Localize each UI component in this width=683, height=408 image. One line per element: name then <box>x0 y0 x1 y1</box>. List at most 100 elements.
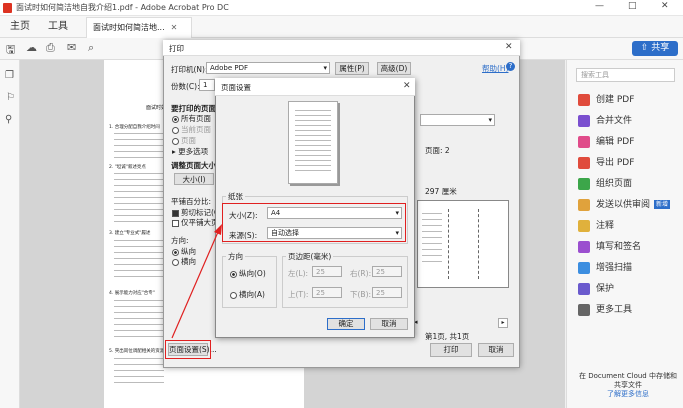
tool-item[interactable]: 保护 <box>578 281 614 299</box>
tool-item[interactable]: 合并文件 <box>578 113 632 131</box>
tool-icon <box>578 198 590 211</box>
tool-item[interactable]: 更多工具 <box>578 302 632 320</box>
radio-selected-icon <box>172 115 179 123</box>
setup-landscape-label: 横向(A) <box>239 290 265 299</box>
next-page-icon[interactable]: ▸ <box>498 318 508 328</box>
printer-label: 打印机(N): <box>171 65 208 74</box>
tool-label: 增强扫描 <box>596 263 633 273</box>
doc-item: 4. 展示能力对应"合专" <box>109 291 155 296</box>
page-setup-cancel-button[interactable]: 取消 <box>370 318 408 330</box>
tool-item[interactable]: 导出 PDF <box>578 155 634 173</box>
doc-item: 3. 建立"专业式"履述 <box>109 231 151 236</box>
more-options-toggle[interactable]: ▸ 更多选项 <box>172 146 208 157</box>
minimize-icon[interactable]: — <box>595 1 604 11</box>
margin-bottom-label: 下(B): <box>350 290 372 299</box>
share-icon: ⇧ <box>640 43 652 53</box>
margin-top-input[interactable]: 25 <box>312 287 342 298</box>
margin-bottom-input[interactable]: 25 <box>372 287 402 298</box>
print-preview <box>417 200 509 288</box>
tools-search-input[interactable]: 搜索工具 <box>576 68 675 82</box>
tool-item[interactable]: 编辑 PDF <box>578 134 634 152</box>
tool-icon <box>578 282 590 295</box>
attachment-icon[interactable]: ⚲ <box>5 114 12 125</box>
cloud-promo: 在 Document Cloud 中存储和共享文件 了解更多信息 <box>578 372 678 399</box>
printer-value: Adobe PDF <box>210 64 249 72</box>
email-icon[interactable]: ✉ <box>67 41 76 54</box>
tool-icon <box>578 177 590 190</box>
setup-portrait-radio[interactable]: 纵向(O) <box>230 268 266 279</box>
print-cancel-button[interactable]: 取消 <box>478 343 514 357</box>
margin-right-input[interactable]: 25 <box>372 266 402 277</box>
margin-left-input[interactable]: 25 <box>312 266 342 277</box>
advanced-button[interactable]: 高级(D) <box>377 62 411 75</box>
page-setup-ok-button[interactable]: 确定 <box>327 318 365 330</box>
tab-document-label: 面试时如何简洁地... <box>93 23 165 32</box>
pages-panel-icon[interactable]: ❐ <box>5 70 14 81</box>
margins-group <box>282 256 408 308</box>
size-button[interactable]: 大小(I) <box>174 173 214 185</box>
tool-icon <box>578 93 590 106</box>
tile-percent-label: 平铺百分比: <box>171 197 212 206</box>
annotation-arrow <box>171 224 222 339</box>
print-dialog-close-icon[interactable]: ✕ <box>505 42 513 52</box>
maximize-icon[interactable]: □ <box>628 1 637 11</box>
print-dialog-titlebar: 打印 ✕ <box>163 40 520 56</box>
bookmark-icon[interactable]: ⚐ <box>6 92 15 103</box>
learn-more-link[interactable]: 了解更多信息 <box>578 390 678 399</box>
upload-icon[interactable]: ☁ <box>26 41 37 54</box>
tool-label: 导出 PDF <box>596 158 635 168</box>
comments-select[interactable]: ▾ <box>420 114 495 126</box>
page-setup-title: 页面设置 <box>221 83 251 92</box>
share-button[interactable]: ⇧ 共享 <box>632 41 678 56</box>
properties-button[interactable]: 属性(P) <box>335 62 369 75</box>
tool-icon <box>578 261 590 274</box>
page-setup-preview <box>288 101 338 184</box>
pages-radio[interactable]: 页面 <box>172 135 196 146</box>
tab-home[interactable]: 主页 <box>4 16 36 38</box>
chevron-down-icon: ▾ <box>323 64 327 72</box>
tab-tools[interactable]: 工具 <box>42 16 74 38</box>
setup-portrait-label: 纵向(O) <box>239 269 266 278</box>
current-page-radio[interactable]: 当前页面 <box>172 124 211 135</box>
tool-label: 注释 <box>596 221 615 231</box>
title-bar: 面试时如何简洁地自我介绍1.pdf - Adobe Acrobat Pro DC… <box>0 0 683 16</box>
tool-icon <box>578 135 590 148</box>
help-icon[interactable]: ? <box>506 62 515 71</box>
copies-input[interactable]: 1 <box>199 79 215 91</box>
page-setup-titlebar: 页面设置 ✕ <box>215 78 415 96</box>
tab-document[interactable]: 面试时如何简洁地... ✕ <box>86 17 192 38</box>
tool-item[interactable]: 创建 PDF <box>578 92 634 110</box>
printer-select[interactable]: Adobe PDF ▾ <box>206 62 330 74</box>
tool-item[interactable]: 填写和签名 <box>578 239 641 257</box>
acrobat-logo-icon <box>3 3 12 13</box>
page-setup-close-icon[interactable]: ✕ <box>403 81 411 91</box>
chevron-down-icon: ▾ <box>488 116 492 124</box>
setup-landscape-radio[interactable]: 横向(A) <box>230 289 265 300</box>
cloud-promo-text: 在 Document Cloud 中存储和共享文件 <box>579 372 677 389</box>
tool-item[interactable]: 组织页面 <box>578 176 632 194</box>
margins-group-label: 页边距(毫米) <box>286 251 334 262</box>
tool-label: 保护 <box>596 284 615 294</box>
page-info: 页面: 2 <box>425 146 450 155</box>
search-icon[interactable]: ⌕ <box>88 41 94 55</box>
tool-item[interactable]: 发送以供审阅 新增 <box>578 197 671 215</box>
page-count: 第1页, 共1页 <box>425 332 470 341</box>
tool-item[interactable]: 注释 <box>578 218 614 236</box>
help-link[interactable]: 帮助(H) <box>482 63 509 74</box>
save-icon[interactable]: 🖫 <box>6 41 15 60</box>
tool-icon <box>578 303 590 316</box>
tool-icon <box>578 219 590 232</box>
tool-item[interactable]: 增强扫描 <box>578 260 632 278</box>
tool-label: 更多工具 <box>596 305 633 315</box>
annotation-arrowhead <box>214 224 222 235</box>
print-button[interactable]: 打印 <box>430 343 472 357</box>
size-heading: 调整页面大小 <box>171 161 216 170</box>
radio-icon <box>172 137 179 145</box>
tool-label: 编辑 PDF <box>596 137 635 147</box>
close-icon[interactable]: ✕ <box>661 1 669 11</box>
copies-label: 份数(C): <box>171 82 200 91</box>
margin-right-label: 右(R): <box>350 269 372 278</box>
close-tab-icon[interactable]: ✕ <box>171 23 178 32</box>
all-pages-radio[interactable]: 所有页面 <box>172 113 211 124</box>
print-icon[interactable]: ⎙ <box>46 41 55 55</box>
